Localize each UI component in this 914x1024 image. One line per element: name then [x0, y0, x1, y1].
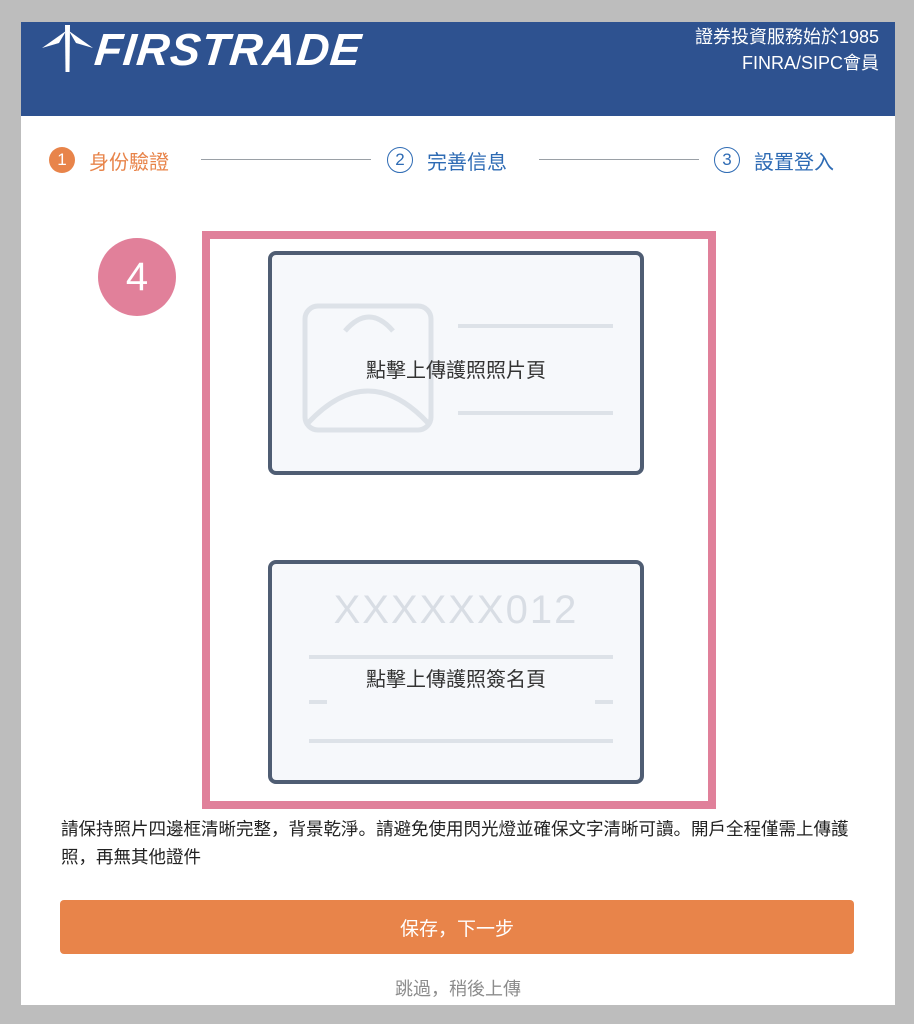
- progress-steps: 1 身份驗證 2 完善信息 3 設置登入: [21, 142, 895, 178]
- upload-photo-page-card[interactable]: 點擊上傳護照照片頁: [268, 251, 644, 475]
- save-next-button[interactable]: 保存，下一步: [60, 900, 854, 954]
- step-number: 2: [387, 147, 413, 173]
- step-identity-verification: 1 身份驗證: [49, 142, 169, 178]
- step-label: 身份驗證: [89, 149, 169, 174]
- step-label: 設置登入: [754, 149, 834, 174]
- logo-text: FIRSTRADE: [92, 24, 365, 75]
- logo-icon: [42, 25, 93, 72]
- step-complete-info: 2 完善信息: [387, 142, 507, 178]
- step-number: 3: [714, 147, 740, 173]
- annotation-badge: 4: [98, 238, 176, 316]
- upload-instruction-text: 請保持照片四邊框清晰完整，背景乾淨。請避免使用閃光燈並確保文字清晰可讀。開戶全程…: [61, 820, 849, 868]
- skip-upload-link[interactable]: 跳過，稍後上傳: [21, 975, 895, 1001]
- step-number: 1: [49, 147, 75, 173]
- header-bar: FIRSTRADE 證券投資服務始於1985 FINRA/SIPC會員: [21, 22, 895, 116]
- tagline: 證券投資服務始於1985 FINRA/SIPC會員: [695, 24, 879, 76]
- upload-signature-page-card[interactable]: XXXXXX012 點擊上傳護照簽名頁: [268, 560, 644, 784]
- upload-signature-page-label: 點擊上傳護照簽名頁: [366, 667, 546, 691]
- step-label: 完善信息: [427, 149, 507, 174]
- upload-photo-page-label: 點擊上傳護照照片頁: [366, 358, 546, 382]
- app-frame: FIRSTRADE 證券投資服務始於1985 FINRA/SIPC會員 1 身份…: [21, 22, 895, 1005]
- tagline-line2: FINRA/SIPC會員: [741, 53, 879, 73]
- tagline-line1: 證券投資服務始於1985: [694, 27, 879, 47]
- step-set-login: 3 設置登入: [714, 142, 834, 178]
